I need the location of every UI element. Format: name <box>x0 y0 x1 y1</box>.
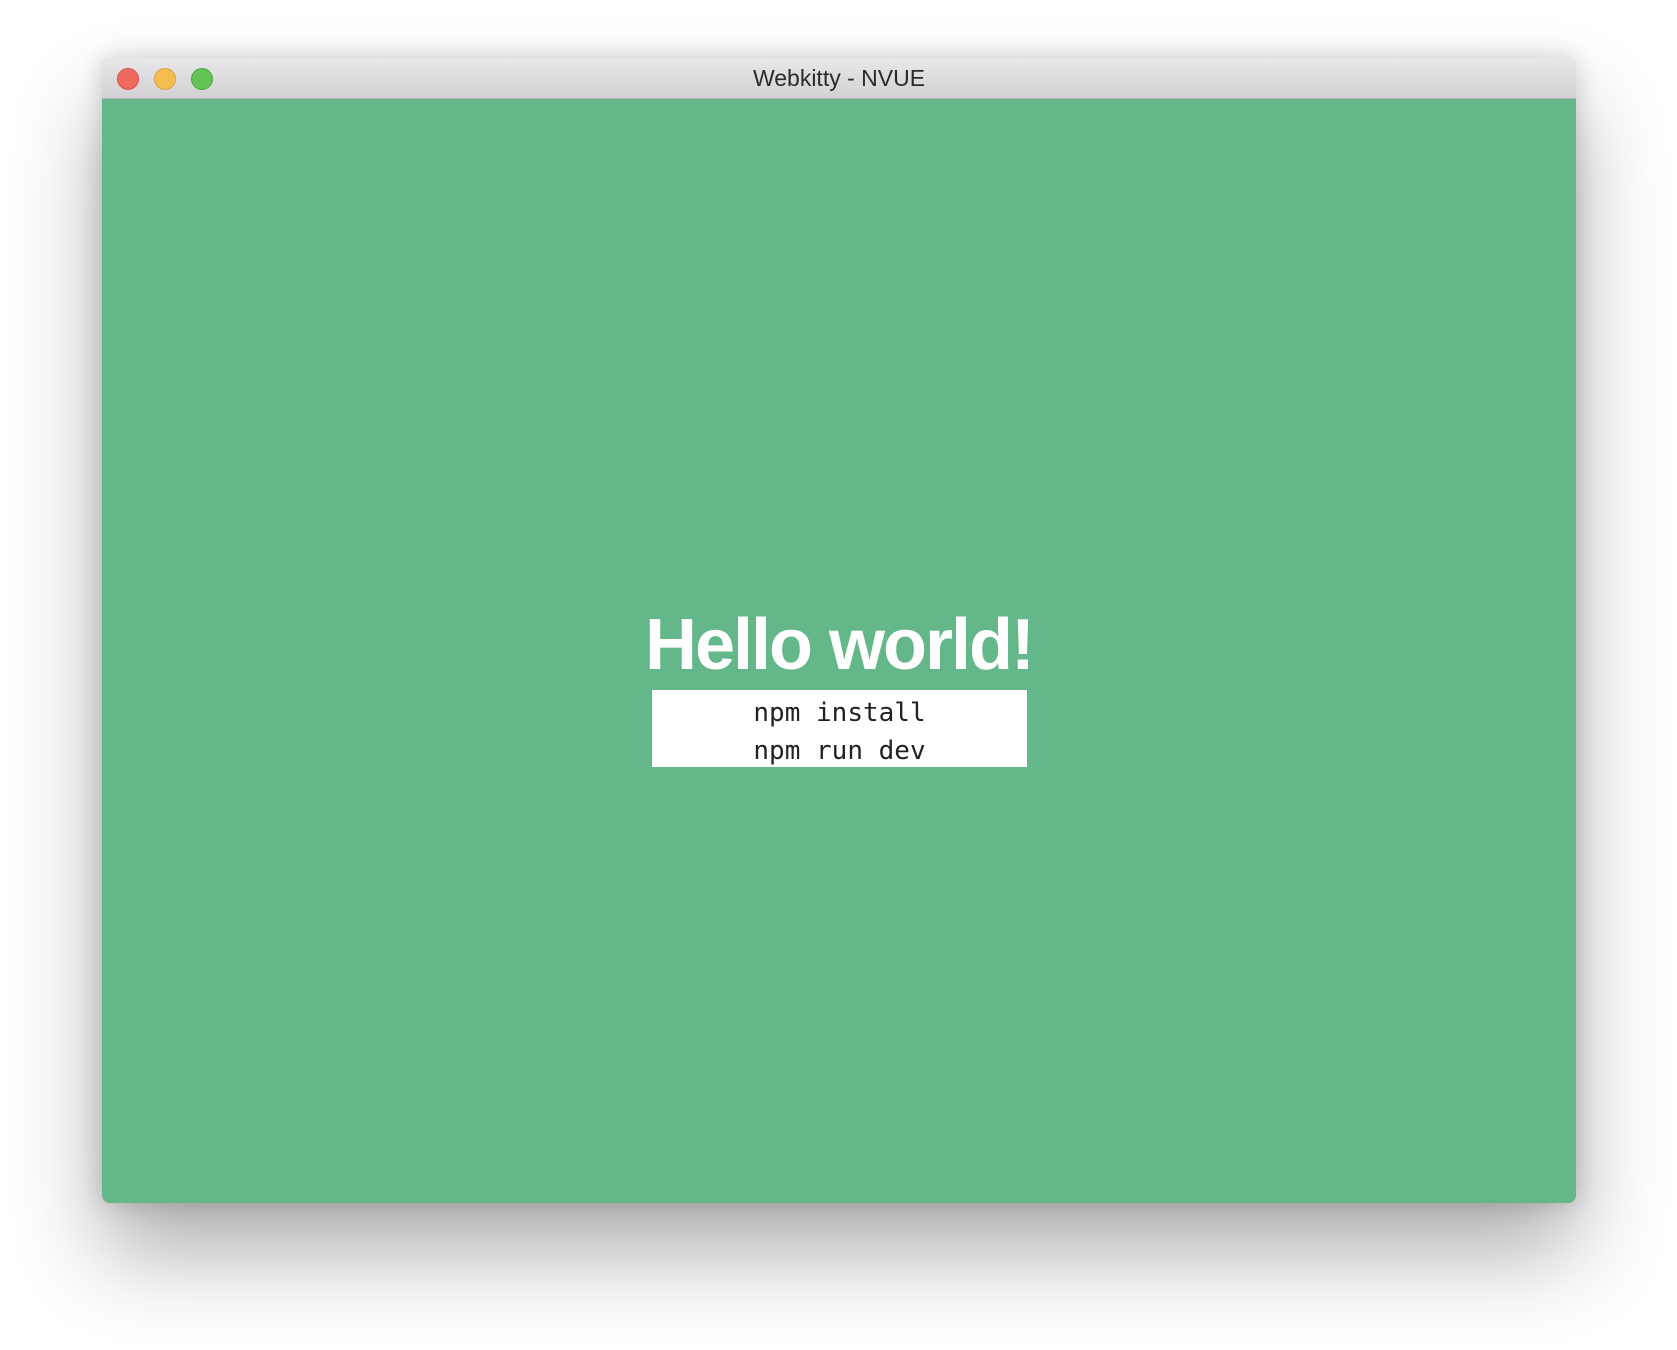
command-line-dev: npm run dev <box>753 736 926 766</box>
app-window: Webkitty - NVUE Hello world! npm install… <box>102 58 1576 1203</box>
command-box: npm install npm run dev <box>652 690 1027 767</box>
main-content: Hello world! npm install npm run dev <box>102 99 1576 1203</box>
command-line-install: npm install <box>753 698 926 728</box>
hello-heading: Hello world! <box>645 605 1035 685</box>
window-title: Webkitty - NVUE <box>752 65 926 91</box>
title-bar[interactable]: Webkitty - NVUE <box>102 58 1576 99</box>
